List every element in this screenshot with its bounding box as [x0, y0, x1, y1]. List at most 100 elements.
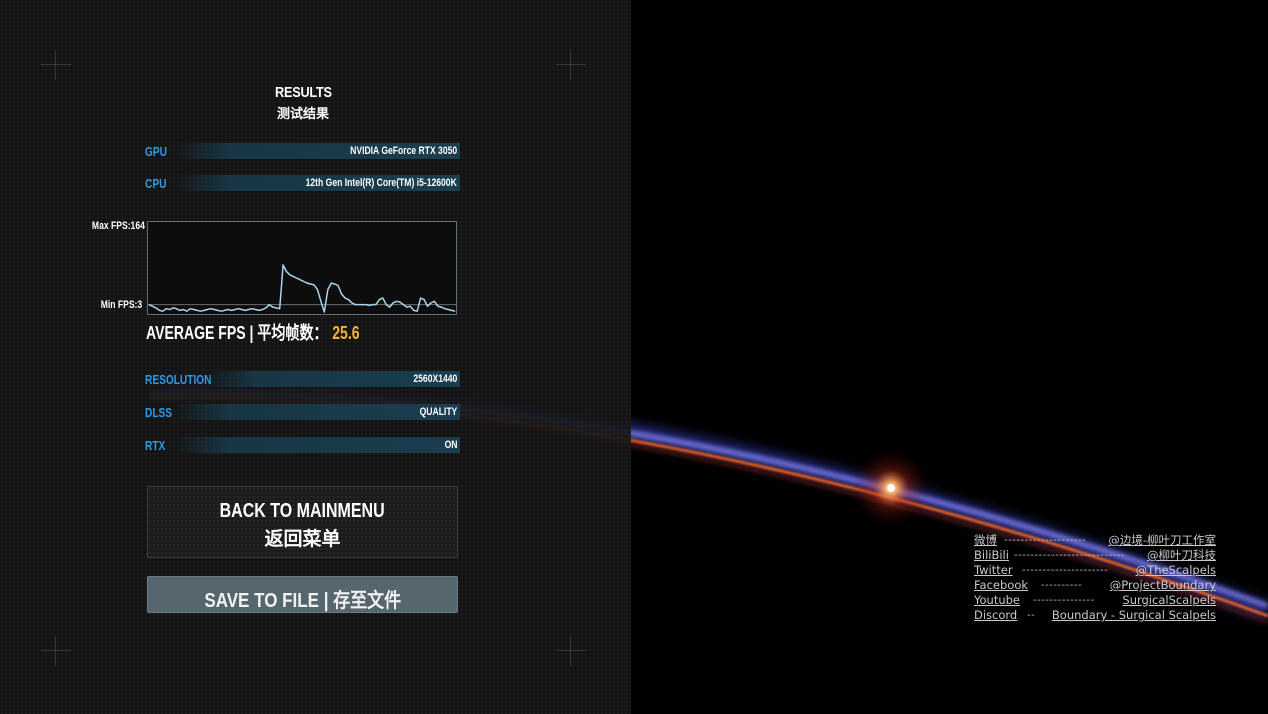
fps-data-point — [234, 309, 236, 310]
social-handle[interactable]: Boundary - Surgical Scalpels — [1052, 608, 1216, 623]
fps-data-point — [330, 282, 332, 284]
resolution-row: RESOLUTION 2560X1440 — [145, 371, 460, 387]
fps-data-point — [265, 307, 267, 309]
results-title-en: RESULTS — [274, 84, 332, 101]
fps-data-point — [427, 305, 428, 307]
fps-data-point — [203, 309, 205, 311]
fps-data-point — [403, 304, 404, 305]
fps-data-point — [182, 309, 184, 310]
back-button-label-en: BACK TO MAINMENU — [219, 500, 386, 522]
fps-data-point — [451, 309, 452, 311]
fps-data-point — [396, 300, 397, 302]
fps-data-point — [420, 297, 422, 299]
fps-data-point — [255, 309, 256, 310]
rtx-bar — [173, 437, 460, 453]
fps-data-point — [186, 310, 188, 312]
save-to-file-button[interactable]: SAVE TO FILE | 存至文件 — [147, 576, 458, 613]
fps-data-point — [244, 309, 246, 311]
fps-data-point — [293, 276, 294, 277]
fps-data-point — [341, 293, 342, 295]
fps-data-point — [231, 309, 232, 311]
back-button-label-zh: 返回菜单 — [264, 528, 341, 550]
fps-data-point — [248, 309, 250, 310]
fps-data-point — [299, 279, 301, 281]
fps-data-point — [189, 308, 191, 310]
fps-data-point — [320, 300, 322, 302]
social-name[interactable]: Facebook — [974, 578, 1028, 593]
rtx-row: RTX ON — [145, 437, 460, 453]
fps-data-point — [406, 306, 408, 308]
fps-data-point — [289, 274, 291, 276]
fps-data-point — [375, 304, 377, 305]
social-link-bilibili[interactable]: BiliBili --------------------------- @柳叶… — [974, 548, 1216, 563]
fps-data-point — [409, 305, 411, 307]
average-fps-label: AVERAGE FPS | 平均帧数： — [146, 323, 328, 343]
fps-data-point — [176, 308, 177, 310]
fps-data-point — [217, 309, 219, 311]
social-link-youtube[interactable]: Youtube --------------- SurgicalScalpels — [974, 593, 1216, 608]
social-name[interactable]: Discord — [974, 608, 1017, 623]
social-link-twitter[interactable]: Twitter --------------------- @TheScalpe… — [974, 563, 1216, 578]
fps-data-point — [282, 264, 284, 266]
fps-data-point — [351, 302, 353, 304]
fps-data-point — [447, 309, 449, 310]
fps-data-point — [275, 307, 277, 309]
fps-data-point — [358, 304, 360, 305]
fps-data-point — [148, 304, 150, 305]
social-dashes: --------------------------- — [1014, 550, 1125, 561]
fps-data-point — [224, 309, 226, 311]
fps-data-point — [440, 306, 442, 308]
social-name[interactable]: 微博 — [974, 533, 997, 548]
fps-data-point — [337, 285, 339, 287]
fps-data-point — [172, 307, 174, 309]
fps-data-point — [196, 309, 198, 311]
social-name[interactable]: Twitter — [974, 563, 1013, 578]
resolution-label: RESOLUTION — [145, 372, 212, 387]
results-title-zh: 测试结果 — [276, 107, 329, 122]
fps-data-point — [237, 308, 239, 310]
fps-data-point — [444, 308, 446, 310]
social-handle[interactable]: SurgicalScalpels — [1122, 593, 1216, 608]
fps-data-point — [323, 311, 325, 313]
social-dashes: --------------------- — [1022, 565, 1109, 576]
fps-data-point — [310, 283, 311, 285]
back-to-mainmenu-button[interactable]: BACK TO MAINMENU 返回菜单 — [147, 486, 458, 558]
fps-data-point — [344, 297, 346, 299]
average-fps: AVERAGE FPS | 平均帧数： 25.6 — [146, 319, 420, 345]
cpu-label: CPU — [145, 176, 167, 191]
social-handle[interactable]: @边境-柳叶刀工作室 — [1108, 533, 1216, 548]
save-button-label: SAVE TO FILE | 存至文件 — [204, 590, 401, 612]
fps-data-point — [416, 310, 418, 312]
social-link-discord[interactable]: Discord -- Boundary - Surgical Scalpels — [974, 608, 1216, 623]
fps-data-point — [213, 309, 215, 310]
fps-data-point — [165, 308, 167, 310]
social-handle[interactable]: @ProjectBoundary — [1110, 578, 1216, 593]
social-handle[interactable]: @TheScalpels — [1136, 563, 1216, 578]
fps-data-point — [179, 309, 181, 311]
social-name[interactable]: BiliBili — [974, 548, 1009, 563]
average-fps-value: 25.6 — [332, 323, 360, 343]
gpu-value: NVIDIA GeForce RTX 3050 — [350, 145, 457, 157]
gpu-label: GPU — [145, 144, 167, 159]
social-link-facebook[interactable]: Facebook ---------- @ProjectBoundary — [974, 578, 1216, 593]
fps-data-point — [372, 304, 373, 305]
fps-data-point — [317, 289, 318, 291]
social-link-weibo[interactable]: 微博 -------------------- @边境-柳叶刀工作室 — [974, 533, 1216, 548]
fps-data-point — [200, 310, 201, 312]
fps-data-point — [327, 289, 329, 291]
gpu-row: GPU NVIDIA GeForce RTX 3050 — [145, 143, 460, 159]
fps-data-point — [433, 300, 435, 302]
social-dashes: -- — [1027, 610, 1036, 621]
social-handle[interactable]: @柳叶刀科技 — [1147, 548, 1216, 563]
fps-data-point — [382, 297, 384, 299]
dlss-row: DLSS QUALITY — [145, 404, 460, 420]
fps-data-point — [413, 309, 415, 311]
social-name[interactable]: Youtube — [974, 593, 1020, 608]
dlss-value: QUALITY — [419, 406, 457, 418]
social-dashes: --------------- — [1033, 595, 1095, 606]
rtx-label: RTX — [145, 438, 166, 453]
fps-data-point — [385, 304, 387, 305]
cpu-value: 12th Gen Intel(R) Core(TM) i5-12600K — [305, 177, 457, 189]
fps-data-point — [262, 309, 263, 310]
fps-data-point — [392, 302, 394, 304]
